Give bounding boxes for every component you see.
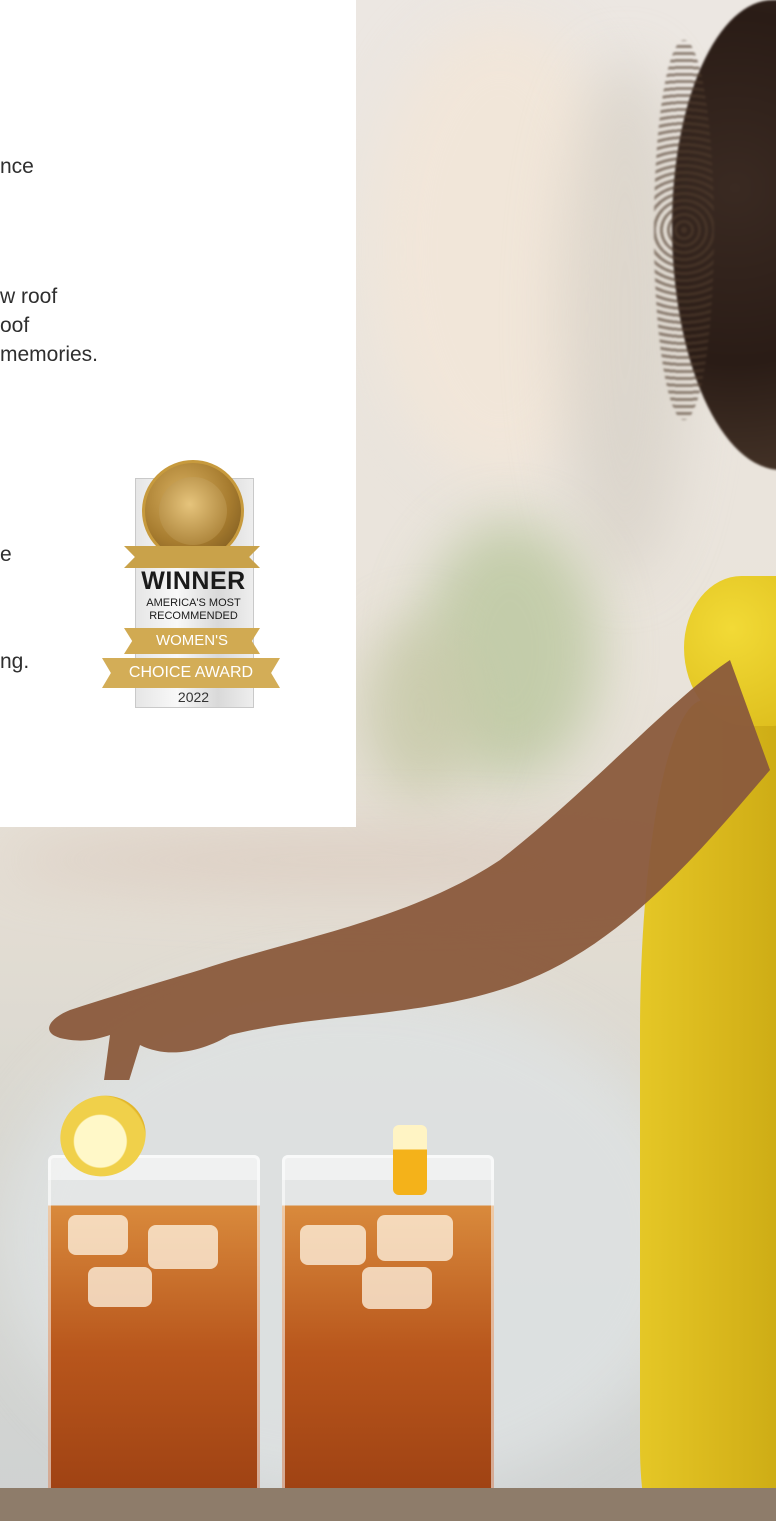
intro-text: nce bbox=[0, 155, 34, 178]
award-headline: WINNER bbox=[141, 567, 246, 595]
award-ribbon-choice: CHOICE AWARD bbox=[102, 658, 280, 688]
award-subtitle-line-2: RECOMMENDED bbox=[149, 610, 238, 622]
story-text-line-3: memories. bbox=[0, 343, 99, 366]
table-surface bbox=[0, 1488, 776, 1521]
details-text-line-2: ng. bbox=[0, 650, 30, 673]
lemon-wedge bbox=[393, 1125, 427, 1195]
award-ribbon-choice-label: CHOICE AWARD bbox=[128, 664, 254, 681]
medal-portrait-icon bbox=[159, 477, 227, 545]
womens-choice-award-badge: WINNER AMERICA'S MOST RECOMMENDED WOMEN'… bbox=[102, 460, 280, 710]
award-year: 2022 bbox=[177, 689, 210, 705]
story-text-line-1: w roof bbox=[0, 285, 58, 308]
details-text-line-1: e bbox=[0, 543, 12, 566]
content-card: nce w roof oof memories. e ng. WINNER AM… bbox=[0, 0, 356, 827]
story-text-line-2: oof bbox=[0, 314, 30, 337]
award-ribbon-womens: WOMEN'S bbox=[124, 628, 260, 654]
medal-ribbon bbox=[124, 546, 260, 568]
page: nce w roof oof memories. e ng. WINNER AM… bbox=[0, 0, 776, 1521]
iced-tea-glass-left bbox=[48, 1155, 260, 1515]
iced-tea-glass-right bbox=[282, 1155, 494, 1515]
award-subtitle-line-1: AMERICA'S MOST bbox=[146, 597, 241, 609]
girl-hair bbox=[654, 0, 776, 470]
award-ribbon-womens-label: WOMEN'S bbox=[155, 632, 229, 649]
